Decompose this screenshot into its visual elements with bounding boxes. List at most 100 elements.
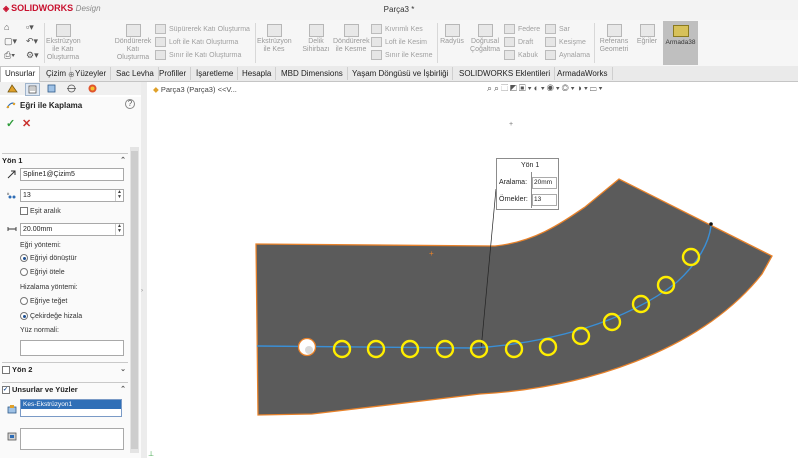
home-icon[interactable]: ⌂: [4, 22, 9, 32]
direction2-header[interactable]: Yön 2 ⌄: [2, 362, 128, 376]
offset-curve-radio[interactable]: Eğriyi ötele: [20, 268, 65, 276]
armada38-button[interactable]: Armada38: [663, 21, 698, 65]
instances-field[interactable]: 13 ▲ ▼: [20, 189, 124, 202]
triad-icon: ⊥: [148, 451, 154, 458]
expand-icon[interactable]: ⊕: [68, 70, 75, 79]
face-normal-label: Yüz normali:: [20, 327, 59, 334]
panel-scrollbar[interactable]: [130, 147, 139, 453]
loft-boss-button[interactable]: Loft ile Katı Oluşturma: [155, 37, 238, 47]
mirror-icon: [545, 50, 556, 60]
hole-wizard-button[interactable]: Delik Sihirbazı: [299, 24, 333, 54]
print-icon[interactable]: ⎙▾: [4, 50, 15, 61]
property-manager-icon[interactable]: [25, 83, 40, 96]
face-normal-field[interactable]: [20, 340, 124, 356]
features-faces-checkbox[interactable]: [2, 386, 10, 395]
tab-armadaworks[interactable]: ArmadaWorks: [553, 67, 613, 80]
revolve-boss-button[interactable]: Döndürerek Katı Oluşturma: [113, 24, 153, 62]
spacing-field[interactable]: 20.00mm ▲ ▼: [20, 223, 124, 236]
ribbon-separator: [44, 23, 45, 63]
extrude-icon: [55, 24, 71, 37]
direction-callout[interactable]: Yön 1 Aralama: 20mm Örnekler: 13: [496, 158, 559, 210]
transform-curve-radio[interactable]: Eğriyi dönüştür: [20, 254, 77, 262]
dimxpert-icon[interactable]: [65, 83, 78, 94]
equal-spacing-checkbox[interactable]: Eşit aralık: [20, 207, 61, 215]
loft-cut-icon: [371, 37, 382, 47]
boundary-cut-button[interactable]: Sınır ile Kesme: [371, 50, 432, 60]
collapse-icon[interactable]: ⌃: [120, 383, 126, 396]
direction1-header[interactable]: Yön 1 ⌃: [2, 153, 128, 167]
reference-geometry-button[interactable]: Referans Geometri: [596, 24, 632, 54]
draft-button[interactable]: Draft: [504, 37, 533, 47]
swept-cut-button[interactable]: Kıvrımlı Kes: [371, 24, 423, 34]
scrollbar-thumb[interactable]: [131, 151, 138, 449]
curves-icon: [639, 24, 655, 37]
tab-sac-levha[interactable]: Sac Levha: [112, 67, 159, 80]
tangent-to-curve-radio[interactable]: Eğriye teğet: [20, 297, 67, 305]
shell-button[interactable]: Kabuk: [504, 50, 538, 60]
help-icon[interactable]: ?: [125, 99, 135, 109]
draft-icon: [504, 37, 515, 47]
fillet-button[interactable]: Radyüs: [439, 24, 465, 46]
tab-yuzeyler[interactable]: Yüzeyler: [71, 67, 112, 80]
curves-button[interactable]: Eğriler: [634, 24, 660, 46]
spin-buttons[interactable]: ▲ ▼: [115, 190, 123, 201]
save-icon[interactable]: ▫▾: [26, 22, 34, 33]
tab-isaretleme[interactable]: İşaretleme: [192, 67, 239, 80]
options-icon[interactable]: ⚙▾: [26, 50, 39, 61]
mirror-button[interactable]: Aynalama: [545, 50, 590, 60]
feature-manager-tabs: ⊕: [0, 70, 141, 96]
callout-instances-value[interactable]: 13: [532, 194, 557, 206]
model-viewport[interactable]: + + ⊥: [147, 82, 798, 458]
rib-button[interactable]: Federe: [504, 24, 540, 34]
features-to-pattern-icon: [7, 405, 17, 414]
tab-profiller[interactable]: Profiller: [155, 67, 192, 80]
curve-selection-field[interactable]: Spline1@Çizim5: [20, 168, 124, 181]
align-to-seed-radio[interactable]: Çekirdeğe hizala: [20, 312, 82, 320]
wrap-icon: [545, 24, 556, 34]
spin-buttons[interactable]: ▲ ▼: [115, 224, 123, 235]
command-tabs: Unsurlar Çizim Yüzeyler Sac Levha Profil…: [0, 66, 798, 82]
intersect-icon: [545, 37, 556, 47]
linear-pattern-button[interactable]: Doğrusal Çoğaltma: [467, 24, 503, 54]
configuration-manager-icon[interactable]: [45, 83, 58, 94]
rib-icon: [504, 24, 515, 34]
direction2-checkbox[interactable]: [2, 366, 10, 375]
tab-solidworks-eklentileri[interactable]: SOLIDWORKS Eklentileri: [455, 67, 556, 80]
sweep-icon: [155, 24, 166, 34]
extrude-cut-button[interactable]: Ekstrüzyon ile Kes: [257, 24, 292, 54]
tab-hesapla[interactable]: Hesapla: [238, 67, 277, 80]
part-body[interactable]: [255, 178, 773, 416]
faces-list[interactable]: [20, 428, 124, 450]
splitter-handle[interactable]: ›: [141, 288, 143, 294]
callout-spacing-label: Aralama:: [499, 179, 528, 186]
graphics-area[interactable]: ◆ Parça3 (Parça3) <<V... ⌕⌕⬚◩▣▾◐▾◉▾◎▾◑▾▭…: [147, 82, 798, 458]
new-document-icon[interactable]: ▢▾: [4, 36, 17, 47]
expand-icon[interactable]: ⌄: [120, 363, 126, 376]
loft-cut-button[interactable]: Loft ile Kesim: [371, 37, 427, 47]
curve-method-label: Eğri yöntemi:: [20, 242, 61, 249]
swept-boss-button[interactable]: Süpürerek Katı Oluşturma: [155, 24, 250, 34]
curve-endpoint: [709, 222, 713, 226]
boundary-icon: [155, 50, 166, 60]
wrap-button[interactable]: Sar: [545, 24, 570, 34]
cancel-button[interactable]: ✕: [22, 117, 31, 130]
tab-mbd-dimensions[interactable]: MBD Dimensions: [277, 67, 348, 80]
tab-cizim[interactable]: Çizim: [42, 67, 71, 80]
boundary-boss-button[interactable]: Sınır ile Katı Oluşturma: [155, 50, 241, 60]
tab-unsurlar[interactable]: Unsurlar: [0, 66, 41, 82]
collapse-icon[interactable]: ⌃: [120, 154, 126, 167]
direction-arrow-icon[interactable]: [7, 169, 17, 179]
feature-tree-icon[interactable]: [6, 83, 19, 94]
display-manager-icon[interactable]: [86, 83, 99, 94]
undo-icon[interactable]: ↶▾: [26, 36, 38, 47]
revolve-cut-button[interactable]: Döndürerek ile Kesme: [333, 24, 370, 54]
ok-button[interactable]: ✓: [6, 117, 15, 130]
feature-list-item[interactable]: Kes-Ekstrüzyon1: [21, 400, 121, 409]
extrude-boss-button[interactable]: Ekstrüzyon ile Katı Oluşturma: [46, 24, 81, 62]
features-list[interactable]: Kes-Ekstrüzyon1: [20, 399, 122, 417]
hole-icon: [308, 24, 324, 37]
intersect-button[interactable]: Kesişme: [545, 37, 586, 47]
features-faces-header[interactable]: Unsurlar ve Yüzler⌃: [2, 382, 128, 396]
tab-yasam-dongusu[interactable]: Yaşam Döngüsü ve İşbirliği: [348, 67, 454, 80]
callout-spacing-value[interactable]: 20mm: [532, 177, 557, 189]
